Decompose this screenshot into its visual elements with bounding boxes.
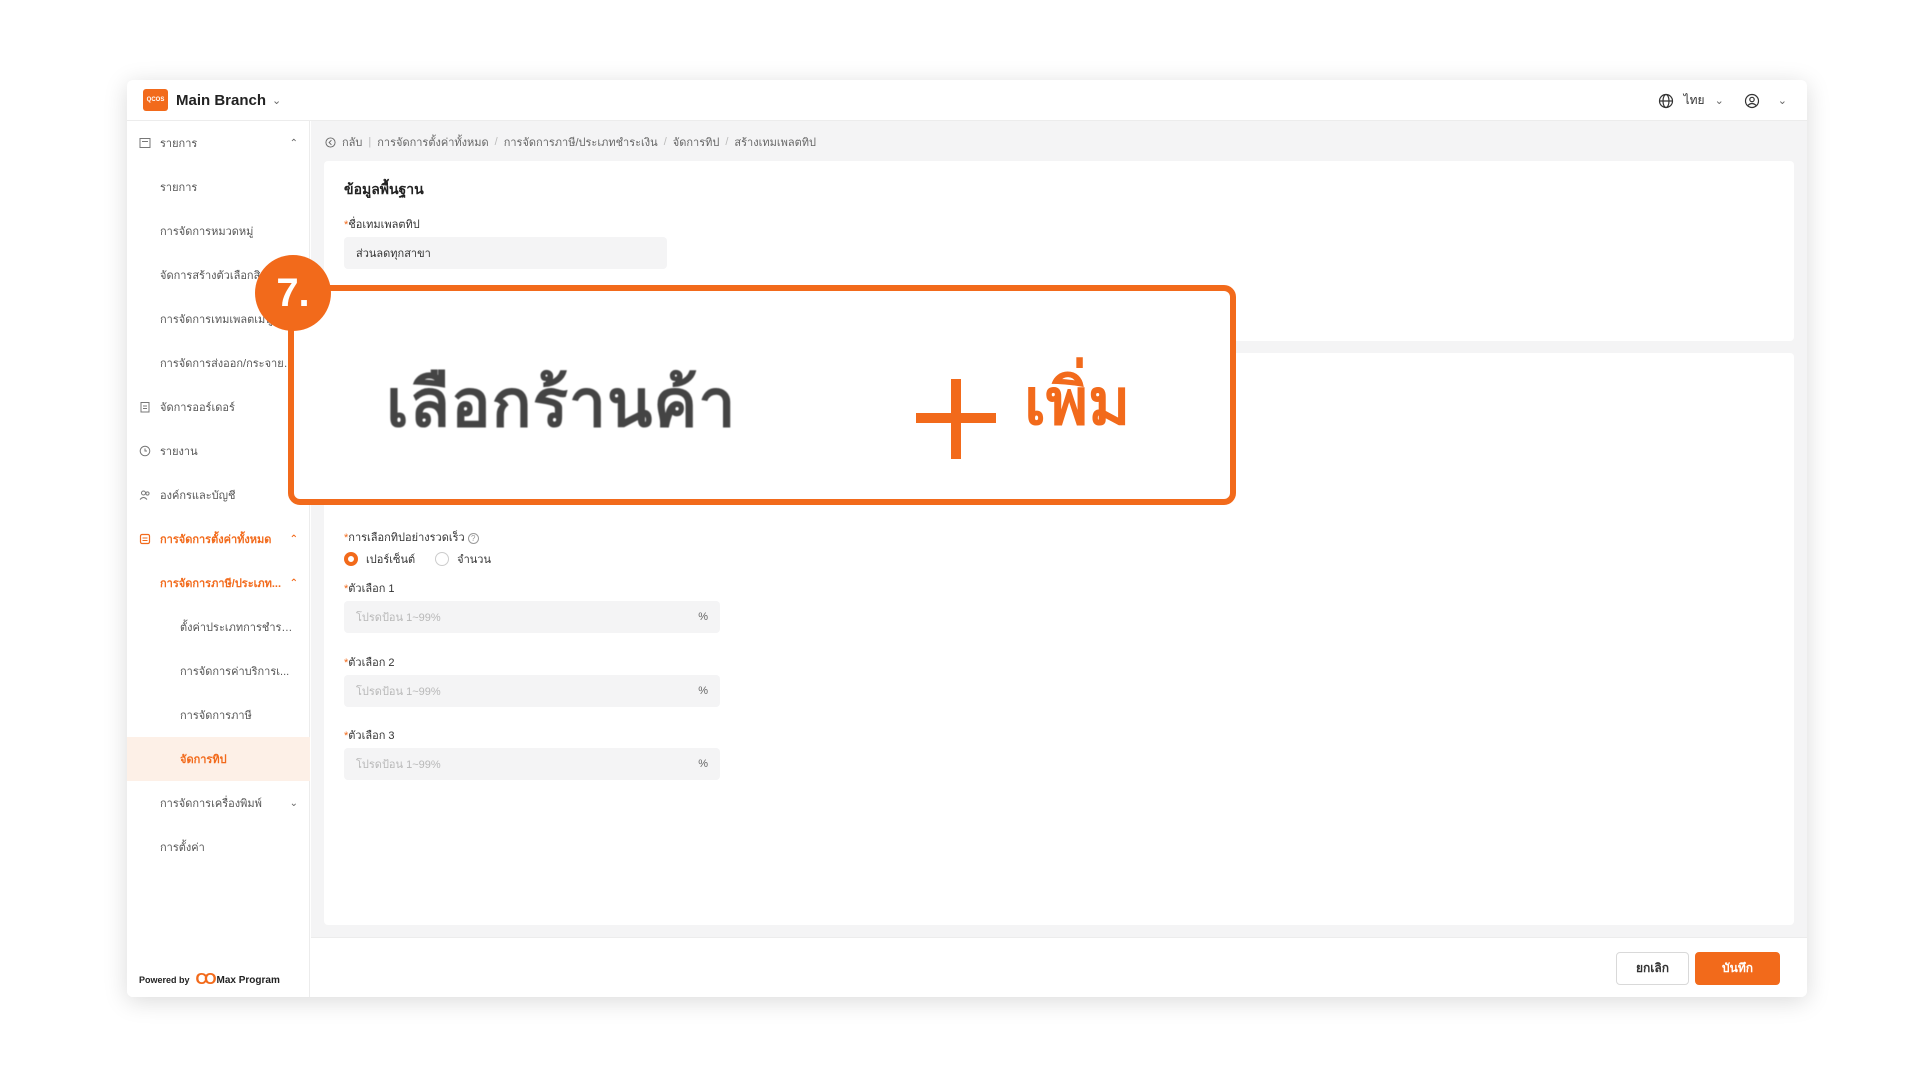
- radio-amount[interactable]: [435, 552, 450, 566]
- breadcrumb-item[interactable]: การจัดการตั้งค่าทั้งหมด: [377, 133, 488, 151]
- breadcrumb-current: สร้างเทมเพลตทิป: [734, 137, 816, 149]
- option1-label: *ตัวเลือก 1: [344, 583, 395, 595]
- back-arrow-icon[interactable]: [325, 136, 336, 148]
- sidebar-subitem-tax-payment[interactable]: การจัดการภาษี/ประเภท... ⌃: [127, 561, 310, 605]
- sidebar-item-label: การจัดการภาษี/ประเภท...: [160, 578, 282, 590]
- sidebar-subitem-service-charge[interactable]: การจัดการค่าบริการเ...: [127, 649, 310, 693]
- sidebar-subitem-export[interactable]: การจัดการส่งออก/กระจายเมนู: [127, 341, 310, 385]
- list-icon: [139, 138, 151, 148]
- infinity-logo-icon: CO: [195, 971, 217, 988]
- sidebar-item-label: การตั้งค่า: [160, 842, 205, 854]
- chevron-up-icon: ⌃: [289, 137, 298, 149]
- breadcrumb-divider: |: [368, 136, 372, 148]
- sidebar-item-label: การจัดการเครื่องพิมพ์: [160, 798, 262, 810]
- template-name-input[interactable]: ส่วนลดทุกสาขา: [344, 237, 667, 269]
- sidebar-item-label: การจัดการเทมเพลตเมนู: [160, 314, 273, 326]
- sidebar: รายการ ⌃ รายการ การจัดการหมวดหมู่ จัดการ…: [127, 121, 310, 997]
- settings-box-icon: [139, 533, 151, 545]
- select-store-label: เลือกร้านค้า: [386, 366, 737, 440]
- section-title: ข้อมูลพื้นฐาน: [344, 181, 424, 197]
- chevron-up-icon: ⌃: [289, 533, 298, 545]
- sidebar-subitem-printers[interactable]: การจัดการเครื่องพิมพ์ ⌄: [127, 781, 310, 825]
- help-icon[interactable]: ?: [467, 533, 479, 544]
- sidebar-item-items[interactable]: รายการ ⌃: [127, 121, 310, 165]
- chevron-down-icon[interactable]: ⌄: [1778, 94, 1787, 107]
- clipboard-icon: [140, 402, 150, 413]
- step-badge: 7.: [255, 255, 331, 331]
- sidebar-item-label: การจัดการภาษี: [180, 710, 252, 722]
- back-link[interactable]: กลับ: [342, 133, 362, 151]
- max-program-logo: CO Max Program: [196, 971, 280, 989]
- sidebar-item-label: การจัดการหมวดหมู่: [160, 226, 254, 238]
- breadcrumb-separator: /: [725, 136, 729, 148]
- sidebar-item-label: การจัดการตั้งค่าทั้งหมด: [160, 534, 272, 546]
- breadcrumb-item[interactable]: จัดการทิป: [673, 133, 720, 151]
- sidebar-subitem-payment-types[interactable]: ตั้งค่าประเภทการชำระ...: [127, 605, 310, 649]
- sidebar-subitem-settings[interactable]: การตั้งค่า: [127, 825, 310, 869]
- sidebar-subitem-items[interactable]: รายการ: [127, 165, 310, 209]
- tutorial-callout: เลือกร้านค้า เพิ่ม: [288, 285, 1236, 505]
- radio-percent-label[interactable]: เปอร์เซ็นต์: [366, 550, 415, 568]
- sidebar-item-label: รายงาน: [160, 446, 198, 458]
- sidebar-item-label: จัดการทิป: [180, 754, 227, 766]
- tip-type-radio-group: เปอร์เซ็นต์ จำนวน: [344, 550, 491, 568]
- sidebar-item-label: การจัดการค่าบริการเ...: [180, 666, 290, 678]
- breadcrumb-separator: /: [494, 136, 498, 148]
- sidebar-item-label: รายการ: [160, 138, 198, 150]
- chevron-up-icon: ⌃: [289, 577, 298, 589]
- radio-amount-label[interactable]: จำนวน: [457, 550, 491, 568]
- sidebar-item-organization[interactable]: องค์กรและบัญชี: [127, 473, 310, 517]
- clock-icon: [139, 445, 151, 457]
- option3-label: *ตัวเลือก 3: [344, 730, 395, 742]
- chevron-down-icon[interactable]: ⌄: [1715, 94, 1724, 107]
- radio-percent[interactable]: [344, 552, 358, 566]
- app-logo: QCOS: [143, 89, 168, 111]
- sidebar-item-orders[interactable]: จัดการออร์เดอร์: [127, 385, 310, 429]
- option1-input[interactable]: โปรดป้อน 1~99%%: [344, 601, 720, 633]
- sidebar-subitem-tax[interactable]: การจัดการภาษี: [127, 693, 310, 737]
- chevron-down-icon[interactable]: ⌄: [272, 94, 281, 107]
- percent-unit: %: [698, 611, 708, 623]
- breadcrumb-separator: /: [663, 136, 667, 148]
- sidebar-item-label: การจัดการส่งออก/กระจายเมนู: [160, 358, 295, 370]
- save-button[interactable]: บันทึก: [1695, 952, 1780, 985]
- globe-icon[interactable]: [1658, 93, 1674, 109]
- option2-label: *ตัวเลือก 2: [344, 657, 395, 669]
- sidebar-item-label: องค์กรและบัญชี: [160, 490, 236, 502]
- users-icon: [139, 490, 150, 500]
- option2-input[interactable]: โปรดป้อน 1~99%%: [344, 675, 720, 707]
- sidebar-subitem-tips[interactable]: จัดการทิป: [127, 737, 310, 781]
- sidebar-item-label: ตั้งค่าประเภทการชำระ...: [180, 622, 295, 634]
- quick-tip-label: *การเลือกทิปอย่างรวดเร็ว?: [344, 528, 479, 546]
- topbar-actions: ไทย ⌄ ⌄: [1658, 80, 1787, 121]
- breadcrumb-item[interactable]: การจัดการภาษี/ประเภทชำระเงิน: [504, 133, 658, 151]
- user-avatar-icon[interactable]: [1744, 93, 1760, 109]
- sidebar-subitem-categories[interactable]: การจัดการหมวดหมู่: [127, 209, 310, 253]
- program-name: Max Program: [216, 974, 280, 986]
- plus-icon[interactable]: [916, 379, 996, 459]
- powered-by: Powered by CO Max Program: [139, 971, 280, 989]
- cancel-button[interactable]: ยกเลิก: [1616, 952, 1689, 985]
- sidebar-item-label: รายการ: [160, 182, 198, 194]
- stage: QCOS Main Branch ⌄ ไทย ⌄ ⌄ รายการ ⌃ รายก…: [0, 0, 1920, 1080]
- sidebar-item-all-settings[interactable]: การจัดการตั้งค่าทั้งหมด ⌃: [127, 517, 310, 561]
- branch-selector[interactable]: Main Branch: [176, 92, 266, 109]
- sidebar-item-reports[interactable]: รายงาน: [127, 429, 310, 473]
- top-bar: QCOS Main Branch ⌄ ไทย ⌄ ⌄: [127, 80, 1807, 121]
- percent-unit: %: [698, 758, 708, 770]
- app-window: QCOS Main Branch ⌄ ไทย ⌄ ⌄ รายการ ⌃ รายก…: [127, 80, 1807, 997]
- chevron-down-icon: ⌄: [289, 797, 298, 809]
- powered-by-label: Powered by: [139, 975, 190, 985]
- option3-input[interactable]: โปรดป้อน 1~99%%: [344, 748, 720, 780]
- main-content: กลับ | การจัดการตั้งค่าทั้งหมด / การจัดก…: [311, 121, 1807, 997]
- percent-unit: %: [698, 685, 708, 697]
- form-footer: ยกเลิก บันทึก: [311, 937, 1807, 997]
- language-selector[interactable]: ไทย: [1684, 91, 1705, 110]
- breadcrumb: กลับ | การจัดการตั้งค่าทั้งหมด / การจัดก…: [325, 133, 816, 151]
- sidebar-item-label: จัดการออร์เดอร์: [160, 402, 235, 414]
- template-name-label: *ชื่อเทมเพลตทิป: [344, 219, 420, 231]
- add-store-button[interactable]: เพิ่ม: [1024, 351, 1130, 453]
